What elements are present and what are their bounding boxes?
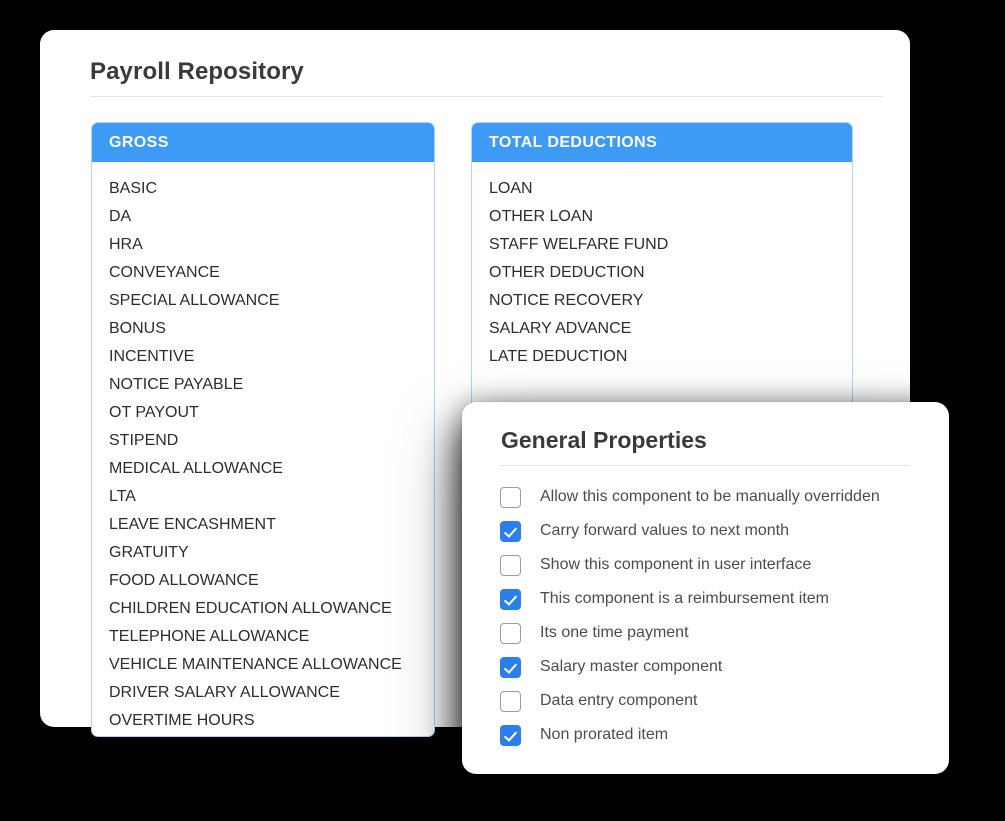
- gross-list-item[interactable]: MEDICAL ALLOWANCE: [92, 455, 434, 483]
- gross-list-item[interactable]: OVERTIME HOURS: [92, 707, 434, 735]
- panel-gross-header: GROSS: [92, 123, 434, 162]
- gross-list-item[interactable]: STIPEND: [92, 427, 434, 455]
- general-properties-card: General Properties Allow this component …: [462, 402, 949, 774]
- gross-list-item[interactable]: VEHICLE MAINTENANCE ALLOWANCE: [92, 651, 434, 679]
- general-properties-divider: [500, 465, 910, 466]
- property-option-label: This component is a reimbursement item: [540, 590, 829, 607]
- checkbox-checked-icon[interactable]: [500, 656, 521, 678]
- checkbox-unchecked-icon[interactable]: [500, 554, 521, 576]
- deductions-list-item[interactable]: LATE DEDUCTION: [472, 343, 852, 371]
- panel-gross: GROSS BASIC DA HRA CONVEYANCE SPECIAL ALLOWA…: [91, 122, 435, 737]
- gross-list-item[interactable]: CHILDREN EDUCATION ALLOWANCE: [92, 595, 434, 623]
- gross-list-item[interactable]: LEAVE ENCASHMENT: [92, 511, 434, 539]
- property-option-row[interactable]: Data entry component: [500, 684, 930, 718]
- property-option-label: Allow this component to be manually over…: [540, 488, 880, 505]
- gross-item-list: BASIC DA HRA CONVEYANCE SPECIAL ALLOWANCE BON…: [92, 162, 434, 735]
- gross-list-item[interactable]: OT PAYOUT: [92, 399, 434, 427]
- checkbox-unchecked-icon[interactable]: [500, 622, 521, 644]
- deductions-item-list: LOAN OTHER LOAN STAFF WELFARE FUND OTHER DE…: [472, 162, 852, 371]
- deductions-list-item[interactable]: NOTICE RECOVERY: [472, 287, 852, 315]
- checkbox-unchecked-icon[interactable]: [500, 486, 521, 508]
- gross-list-item[interactable]: FOOD ALLOWANCE: [92, 567, 434, 595]
- gross-list-item[interactable]: INCENTIVE: [92, 343, 434, 371]
- property-option-label: Data entry component: [540, 692, 698, 709]
- property-option-label: Carry forward values to next month: [540, 522, 789, 539]
- checkbox-checked-icon[interactable]: [500, 520, 521, 542]
- checkbox-checked-icon[interactable]: [500, 724, 521, 746]
- deductions-list-item[interactable]: STAFF WELFARE FUND: [472, 231, 852, 259]
- property-option-row[interactable]: Show this component in user interface: [500, 548, 930, 582]
- property-option-label: Non prorated item: [540, 726, 669, 743]
- deductions-list-item[interactable]: SALARY ADVANCE: [472, 315, 852, 343]
- gross-list-item[interactable]: SPECIAL ALLOWANCE: [92, 287, 434, 315]
- gross-list-item[interactable]: DRIVER SALARY ALLOWANCE: [92, 679, 434, 707]
- title-divider: [90, 96, 883, 97]
- checkbox-unchecked-icon[interactable]: [500, 690, 521, 712]
- gross-list-item[interactable]: TELEPHONE ALLOWANCE: [92, 623, 434, 651]
- property-option-row[interactable]: Allow this component to be manually over…: [500, 480, 930, 514]
- property-option-row[interactable]: Carry forward values to next month: [500, 514, 930, 548]
- gross-list-item[interactable]: CONVEYANCE: [92, 259, 434, 287]
- general-properties-option-list: Allow this component to be manually over…: [500, 480, 930, 752]
- property-option-label: Its one time payment: [540, 624, 689, 641]
- gross-list-item[interactable]: HRA: [92, 231, 434, 259]
- property-option-label: Salary master component: [540, 658, 723, 675]
- deductions-list-item[interactable]: OTHER DEDUCTION: [472, 259, 852, 287]
- deductions-list-item[interactable]: LOAN: [472, 175, 852, 203]
- gross-list-item[interactable]: BONUS: [92, 315, 434, 343]
- property-option-row[interactable]: Non prorated item: [500, 718, 930, 752]
- property-option-row[interactable]: Salary master component: [500, 650, 930, 684]
- property-option-row[interactable]: Its one time payment: [500, 616, 930, 650]
- general-properties-title: General Properties: [501, 427, 707, 453]
- deductions-list-item[interactable]: OTHER LOAN: [472, 203, 852, 231]
- screenshot-root: Payroll Repository GROSS BASIC DA HRA CONVE…: [0, 0, 1005, 821]
- checkbox-checked-icon[interactable]: [500, 588, 521, 610]
- gross-list-item[interactable]: NOTICE PAYABLE: [92, 371, 434, 399]
- property-option-label: Show this component in user interface: [540, 556, 812, 573]
- page-title: Payroll Repository: [90, 58, 304, 85]
- property-option-row[interactable]: This component is a reimbursement item: [500, 582, 930, 616]
- gross-list-item[interactable]: DA: [92, 203, 434, 231]
- gross-list-item[interactable]: LTA: [92, 483, 434, 511]
- gross-list-item[interactable]: GRATUITY: [92, 539, 434, 567]
- panel-total-deductions-header: TOTAL DEDUCTIONS: [472, 123, 852, 162]
- gross-list-item[interactable]: BASIC: [92, 175, 434, 203]
